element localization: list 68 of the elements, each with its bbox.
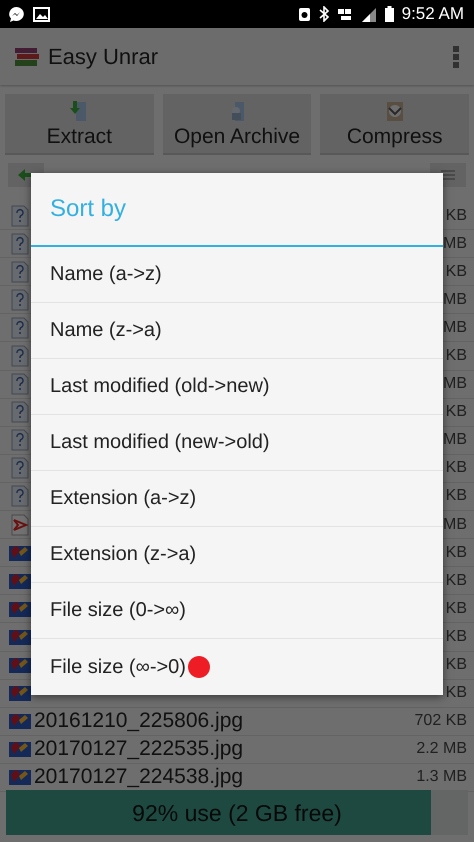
unknown-file-icon [11,457,29,480]
file-size: 702 KB [414,712,467,730]
file-size: KB [446,206,467,225]
app-title: Easy Unrar [48,44,160,70]
file-size: KB [446,600,467,618]
image-file-icon [9,712,31,730]
image-icon [33,6,50,22]
pdf-file-icon [11,514,29,536]
file-size: KB [446,656,467,674]
file-size: KB [446,572,467,590]
file-name[interactable]: 20161210_225806.jpg [34,709,412,734]
sort-option[interactable]: Name (a->z) [31,247,443,303]
file-size: KB [446,544,467,562]
file-size: MB [443,234,467,253]
dialog-title: Sort by [31,173,443,247]
file-size: MB [443,431,467,450]
file-size: KB [446,684,467,702]
unknown-file-icon [11,485,29,508]
overflow-menu-icon[interactable] [452,44,460,68]
lte-icon [336,7,353,21]
unknown-file-icon [11,316,29,339]
sort-option[interactable]: Name (z->a) [31,303,443,359]
image-file-icon [9,656,31,674]
file-size: MB [443,318,467,337]
image-file-icon [9,600,31,618]
image-file-icon [9,740,31,758]
file-name[interactable]: 20170127_224538.jpg [34,765,414,790]
file-size: KB [446,459,467,478]
signal-icon [360,6,377,22]
file-size: KB [446,487,467,506]
clock: 9:52 AM [402,4,464,24]
unknown-file-icon [11,260,29,283]
image-file-icon [9,628,31,646]
unknown-file-icon [11,373,29,396]
sort-option[interactable]: Last modified (old->new) [31,359,443,415]
sort-option[interactable]: Extension (z->a) [31,527,443,583]
storage-label: 92% use (2 GB free) [131,800,343,827]
unknown-file-icon [11,401,29,424]
unknown-file-icon [11,429,29,452]
image-file-icon [9,768,31,786]
file-size: MB [443,375,467,394]
file-size: KB [446,403,467,422]
sort-option[interactable]: File size (0->∞) [31,583,443,639]
image-file-icon [9,572,31,590]
list-icon [441,169,455,181]
image-file-icon [9,544,31,562]
file-size: KB [446,628,467,646]
file-size: 2.2 MB [416,740,467,758]
sort-option[interactable]: File size (∞->0) [31,639,443,695]
bluetooth-icon [318,6,329,22]
file-size: KB [446,262,467,281]
sort-option[interactable]: Extension (a->z) [31,471,443,527]
battery-icon [384,6,394,22]
file-size: 1.3 MB [416,768,467,786]
file-name[interactable]: 20170127_222535.jpg [34,737,414,762]
image-file-icon [9,684,31,702]
file-size: MB [443,516,467,534]
unknown-file-icon [11,288,29,311]
unknown-file-icon [11,345,29,368]
books-icon [14,46,40,68]
messenger-icon [8,6,25,22]
unknown-file-icon [11,204,29,227]
battery-saver-icon [298,6,311,22]
file-size: KB [446,347,467,366]
file-size: MB [443,290,467,309]
unknown-file-icon [11,232,29,255]
selection-dot [188,656,210,678]
sort-option[interactable]: Last modified (new->old) [31,415,443,471]
